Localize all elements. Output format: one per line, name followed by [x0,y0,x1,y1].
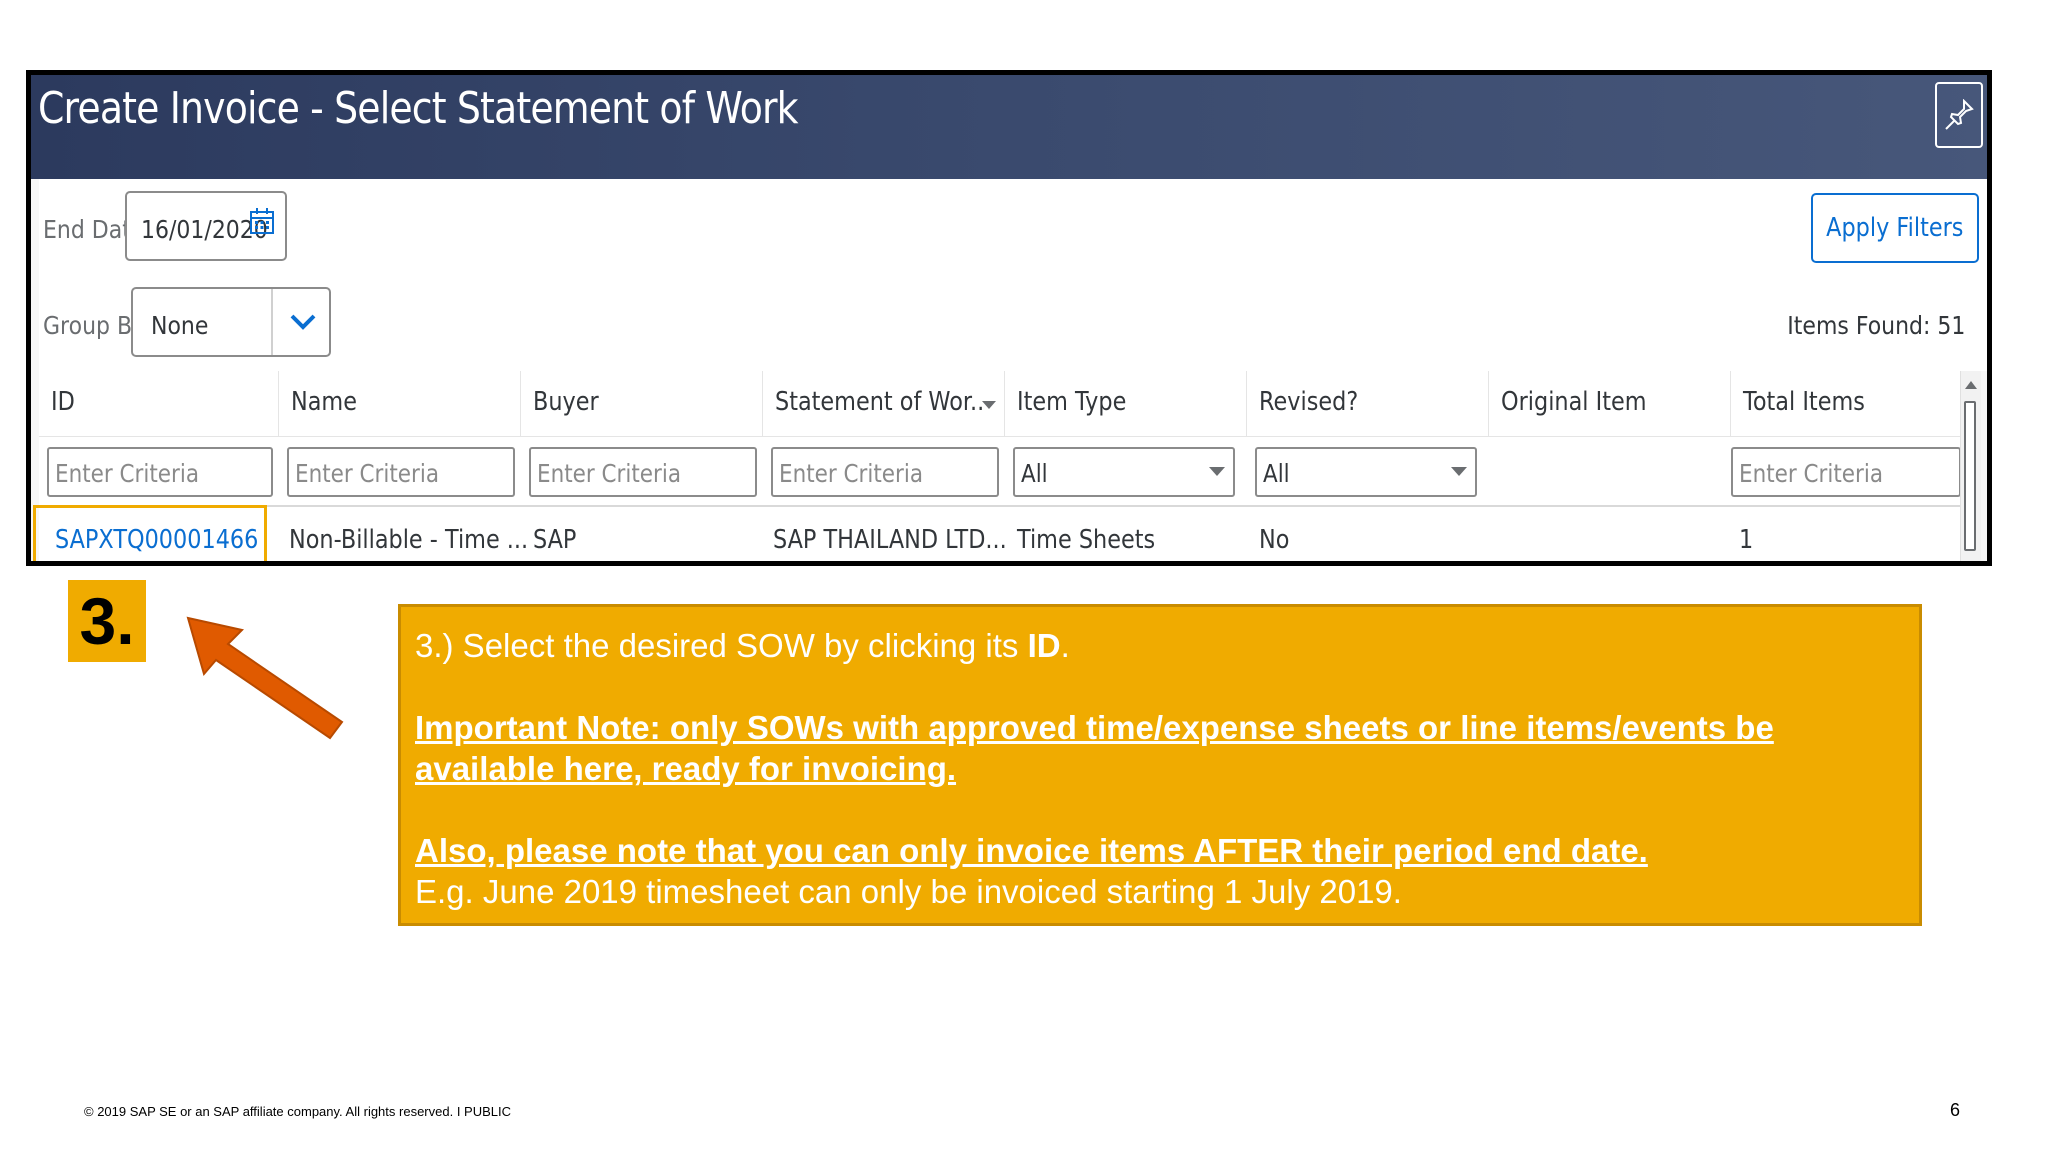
callout-step-bold: ID [1027,627,1061,664]
callout-step-end: . [1060,627,1070,664]
criteria-placeholder: Enter Criteria [1739,459,1884,488]
window-header: Create Invoice - Select Statement of Wor… [31,75,1987,179]
callout-period-note: Also, please note that you can only invo… [415,832,1648,869]
column-header-label: Buyer [533,387,599,417]
group-by-value: None [151,311,209,340]
callout-step-text: 3.) Select the desired SOW by clicking i… [415,627,1028,664]
criteria-row: Enter Criteria Enter Criteria Enter Crit… [39,437,1981,507]
criteria-placeholder: Enter Criteria [779,459,924,488]
column-header-label: Item Type [1017,387,1127,417]
sow-id-link[interactable]: SAPXTQ00001466 [55,525,258,555]
filter-row-group: Group By None Items Found: 51 [39,275,1987,371]
criteria-placeholder: Enter Criteria [537,459,682,488]
step-dot: . [116,584,135,658]
sap-window: Create Invoice - Select Statement of Wor… [26,70,1992,566]
item-type-filter-value: All [1021,459,1048,488]
column-header-name[interactable]: Name [279,371,521,437]
item-type-filter-select[interactable]: All [1013,447,1235,497]
criteria-input-buyer[interactable]: Enter Criteria [529,447,757,497]
chevron-down-icon[interactable] [289,313,317,331]
scroll-thumb[interactable] [1964,401,1976,551]
column-header-original-item[interactable]: Original Item [1489,371,1731,437]
dropdown-caret-icon [1451,467,1467,476]
apply-filters-button[interactable]: Apply Filters [1811,193,1979,263]
calendar-icon[interactable] [249,207,275,235]
callout-important-note: Important Note: only SOWs with approved … [415,709,1774,787]
dropdown-caret-icon [1209,467,1225,476]
step-number: 3 [79,584,117,658]
group-by-label: Group By [43,311,146,340]
criteria-input-total-items[interactable]: Enter Criteria [1731,447,1961,497]
revised-filter-value: All [1263,459,1290,488]
column-header-label: Revised? [1259,387,1359,417]
criteria-placeholder: Enter Criteria [295,459,440,488]
column-header-label: Statement of Wor.. [775,387,985,417]
row-name: Non-Billable - Time ... [289,525,529,555]
row-revised: No [1259,525,1290,555]
table-scrollbar[interactable] [1960,371,1981,561]
footer-copyright: © 2019 SAP SE or an SAP affiliate compan… [84,1104,512,1119]
column-header-id[interactable]: ID [39,371,279,437]
items-found-count: Items Found: 51 [1786,311,1965,340]
column-header-label: Original Item [1501,387,1647,417]
row-item-type: Time Sheets [1017,525,1156,555]
step-number-badge: 3. [68,580,146,662]
column-header-sow[interactable]: Statement of Wor.. [763,371,1005,437]
sort-down-icon [982,401,996,409]
apply-filters-label: Apply Filters [1826,213,1964,243]
group-by-select[interactable]: None [131,287,331,357]
filter-row-date: End Date 16/01/2020 Apply Filters [39,179,1987,277]
column-header-revised[interactable]: Revised? [1247,371,1489,437]
column-header-total-items[interactable]: Total Items [1731,371,1961,437]
page-number: 6 [1950,1100,1961,1120]
scroll-up-icon[interactable] [1965,381,1977,389]
revised-filter-select[interactable]: All [1255,447,1477,497]
criteria-input-sow[interactable]: Enter Criteria [771,447,999,497]
instruction-callout: 3.) Select the desired SOW by clicking i… [398,604,1922,926]
row-total-items: 1 [1739,525,1754,555]
criteria-input-name[interactable]: Enter Criteria [287,447,515,497]
pin-button[interactable] [1935,82,1983,148]
column-header-buyer[interactable]: Buyer [521,371,763,437]
pointer-arrow-icon [186,616,344,740]
column-header-label: Total Items [1743,387,1865,417]
column-header-label: ID [51,387,75,417]
column-header-item-type[interactable]: Item Type [1005,371,1247,437]
sow-table: ID Name Buyer Statement of Wor.. Item Ty… [33,371,1981,561]
callout-step-line: 3.) Select the desired SOW by clicking i… [415,625,1905,666]
row-buyer: SAP [533,525,577,555]
row-sow: SAP THAILAND LTD... [773,525,1007,555]
column-header-label: Name [291,387,357,417]
pin-icon [1945,99,1974,130]
criteria-input-id[interactable]: Enter Criteria [47,447,273,497]
callout-example: E.g. June 2019 timesheet can only be inv… [415,873,1402,910]
table-row[interactable]: SAPXTQ00001466 Non-Billable - Time ... S… [33,505,1981,561]
end-date-field[interactable]: 16/01/2020 [125,191,287,261]
criteria-placeholder: Enter Criteria [55,459,200,488]
page-title: Create Invoice - Select Statement of Wor… [38,83,799,134]
